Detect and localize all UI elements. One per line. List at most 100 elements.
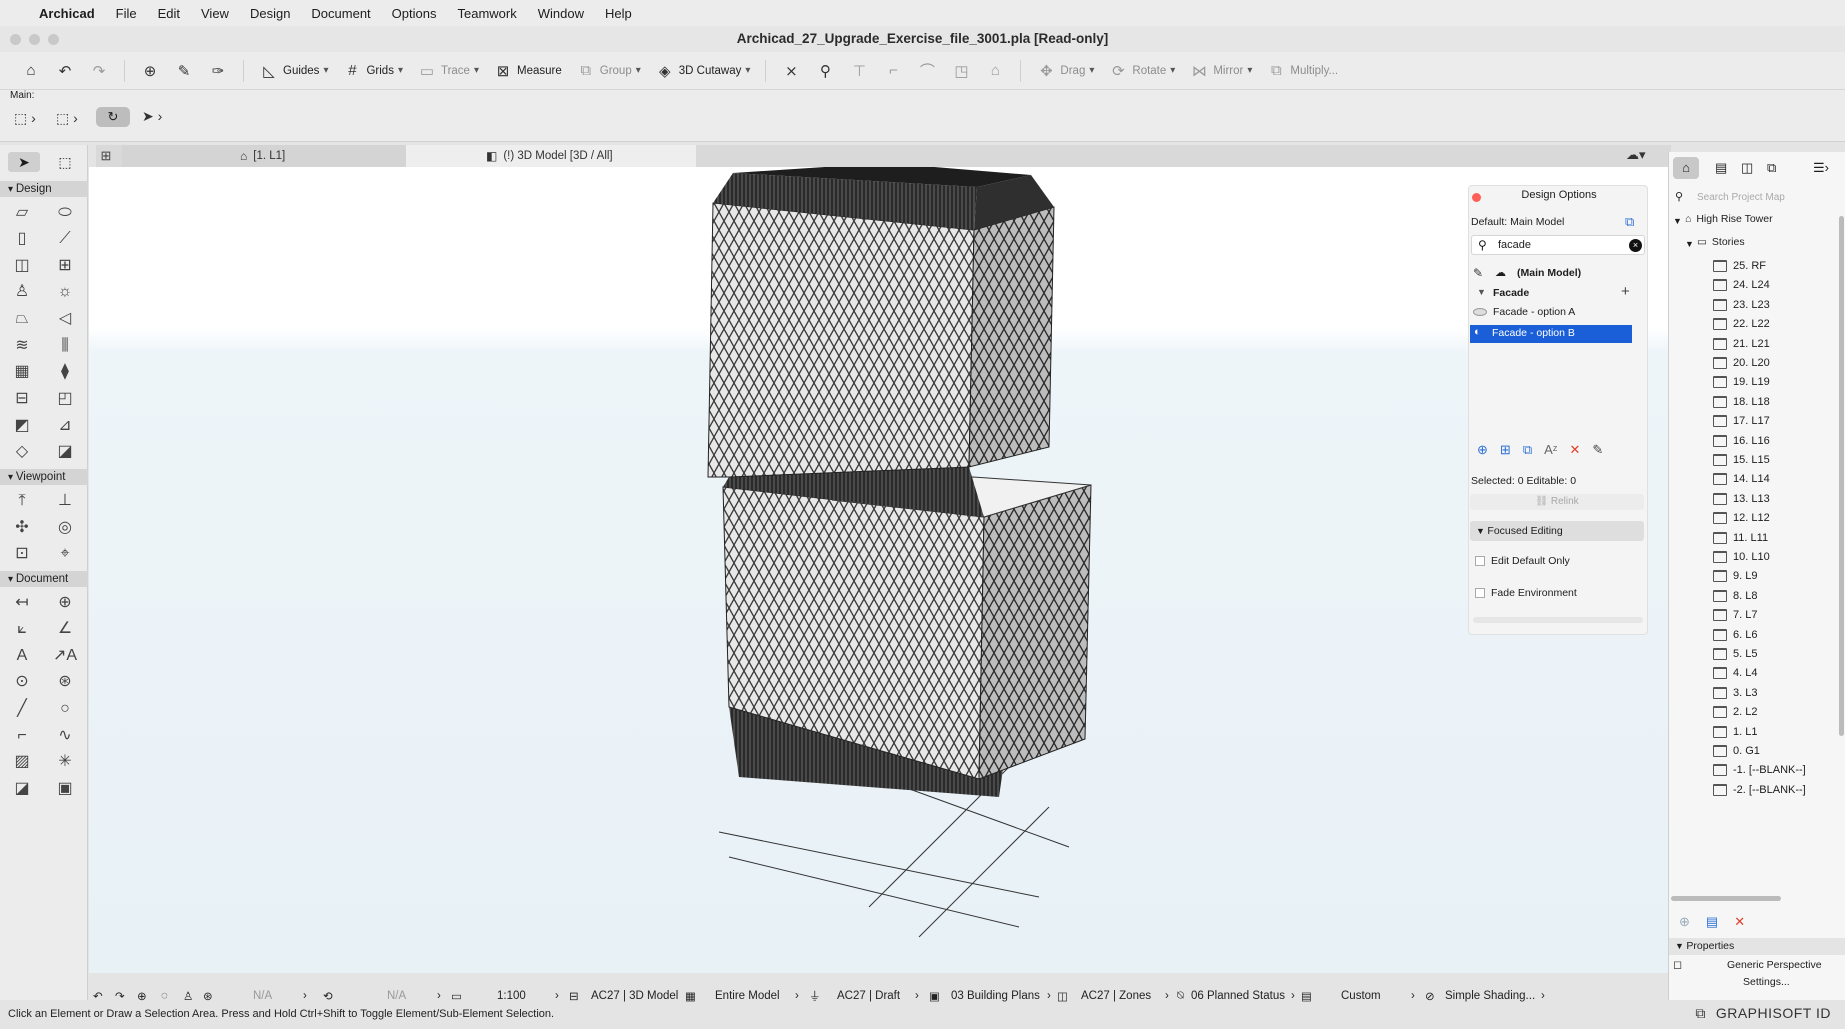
zoom-in-icon[interactable]: ⊕ [137,989,161,1003]
menu-icon[interactable]: ☰› [1813,160,1829,176]
duplicate-icon[interactable]: ⧉ [1523,442,1532,458]
intersect-button[interactable]: ⨯ [776,59,806,83]
option-facade-b-selected[interactable]: ◐ Facade - option B [1470,325,1632,343]
chevron-down-icon[interactable]: ▼ [1477,287,1486,297]
story-item[interactable]: 2. L2 [1713,702,1757,722]
structure-icon[interactable]: ▦ [685,989,715,1003]
story-item[interactable]: 25. RF [1713,256,1766,276]
edit-icon[interactable]: ✎ [1592,442,1603,458]
zoom-window-button[interactable] [48,34,59,45]
change-tool-icon[interactable]: ⊛ [52,671,78,693]
pick-up-button[interactable]: ✎ [169,59,199,83]
redo-button[interactable]: ↷ [84,59,114,83]
multiply-button[interactable]: ⧉ Multiply... [1261,59,1343,82]
chevron-right-icon[interactable]: › [303,990,323,1002]
clear-search-icon[interactable]: × [1629,239,1642,252]
main-model-row[interactable]: (Main Model) [1517,267,1581,279]
stair-tool-icon[interactable]: ≋ [9,335,35,357]
fillet-button[interactable]: ⌒ [912,57,942,84]
marquee-shape-icon[interactable]: ⬚ › [56,110,78,127]
drag-button[interactable]: ✥ Drag ▾ [1031,59,1099,83]
door-tool-icon[interactable]: ◫ [9,255,35,277]
story-item[interactable]: 7. L7 [1713,605,1757,625]
shell-tool-icon[interactable]: ◁ [52,308,78,330]
story-item[interactable]: -1. [--BLANK--] [1713,760,1806,780]
elevation-tool-icon[interactable]: ⊥ [52,490,78,512]
add-option-icon[interactable]: + [1621,283,1630,300]
story-item[interactable]: 0. G1 [1713,741,1760,761]
tab-floor-plan[interactable]: ⌂ [1. L1] [122,145,406,167]
chevron-right-icon[interactable]: › [1411,990,1425,1002]
story-item[interactable]: 6. L6 [1713,625,1757,645]
story-item[interactable]: 16. L16 [1713,431,1770,451]
option-search-field[interactable]: ⚲ facade × [1471,235,1645,255]
chevron-right-icon[interactable]: › [1047,990,1057,1002]
chevron-right-icon[interactable]: › [1541,990,1551,1002]
shading-icon[interactable]: ⊘ [1425,989,1445,1003]
lamp-tool-icon[interactable]: ☼ [52,281,78,303]
story-item[interactable]: 11. L11 [1713,528,1768,548]
slab-tool-icon[interactable]: ⬭ [52,202,78,224]
story-item[interactable]: 20. L20 [1713,353,1770,373]
story-item[interactable]: 23. L23 [1713,295,1770,315]
railing-tool-icon[interactable]: ⫼ [52,335,78,357]
level-dimension-tool-icon[interactable]: ⊕ [52,592,78,614]
project-map-tab[interactable]: ⌂ [1673,157,1699,179]
story-item[interactable]: 3. L3 [1713,683,1757,703]
layout-book-tab[interactable]: ◫ [1741,160,1753,176]
delete-icon[interactable]: ✕ [1569,442,1580,458]
publisher-tab[interactable]: ⧉ [1767,160,1776,176]
explore-icon[interactable]: ♙ [183,989,203,1003]
tab-overview-icon[interactable]: ⊞ [96,145,116,167]
focused-editing-header[interactable]: ▼ Focused Editing [1470,521,1644,541]
zoom-fit-icon[interactable]: ⊛ [203,989,253,1003]
eye-icon[interactable]: ◐ [1474,326,1481,338]
story-item[interactable]: 13. L13 [1713,489,1770,509]
marquee-rotate-button[interactable]: ↻ [96,107,130,127]
line-tool-icon[interactable]: ╱ [9,698,35,720]
selection-method-icon[interactable]: ⬚ › [14,110,36,127]
camera-tool-icon[interactable]: ⌖ [52,543,78,565]
wall-tool-icon[interactable]: ▱ [9,202,35,224]
project-map-search[interactable]: ⚲ Search Project Map [1673,189,1841,207]
story-item[interactable]: 5. L5 [1713,644,1757,664]
story-item[interactable]: 9. L9 [1713,566,1757,586]
story-item[interactable]: 24. L24 [1713,275,1770,295]
design-section-header[interactable]: Design [0,181,88,197]
delete-icon[interactable]: ✕ [1734,914,1745,930]
measure-button[interactable]: ⊠ Measure [488,59,567,83]
dimension-style-icon[interactable]: ▤ [1301,989,1341,1003]
object-tool-icon[interactable]: ♙ [9,281,35,303]
renovation-icon[interactable]: ⍉ [1177,990,1191,1003]
detail-tool-icon[interactable]: ⊡ [9,543,35,565]
pen-set-value[interactable]: AC27 | Draft [837,990,915,1002]
radial-dimension-tool-icon[interactable]: ⟀ [9,618,35,640]
chevron-right-icon[interactable]: › [1291,990,1301,1002]
chevron-right-icon[interactable]: › [437,990,451,1002]
story-item[interactable]: 12. L12 [1713,508,1770,528]
fill-tool-icon[interactable]: ▨ [9,751,35,773]
dimension-tool-icon[interactable]: ↤ [9,592,35,614]
home-button[interactable]: ⌂ [16,59,46,82]
viewpoint-section-header[interactable]: Viewpoint [0,469,88,485]
arrow-tool[interactable]: ➤ [8,152,40,172]
spot-dimension-tool-icon[interactable]: ⊙ [9,671,35,693]
shading-value[interactable]: Simple Shading... [1445,990,1541,1002]
roof-tool-icon[interactable]: ⏢ [9,308,35,330]
circle-tool-icon[interactable]: ○ [52,698,78,720]
edit-default-only-checkbox[interactable] [1475,556,1485,566]
3d-model-building[interactable] [89,163,1671,973]
adjust-button[interactable]: ⌐ [878,59,908,82]
zones-icon[interactable]: ◫ [1057,989,1081,1003]
offset-button[interactable]: ◳ [946,59,976,83]
menu-edit[interactable]: Edit [158,6,180,21]
undo-view-icon[interactable]: ↶ [93,989,115,1003]
curtain-wall-tool-icon[interactable]: ▦ [9,361,35,383]
guides-button[interactable]: ◺ Guides ▾ [254,59,333,83]
layer-combo-value[interactable]: 03 Building Plans [951,990,1047,1002]
close-window-button[interactable] [10,34,21,45]
label-tool-icon[interactable]: ↗A [52,645,78,667]
corner-window-tool-icon[interactable]: ◇ [9,441,35,463]
story-item[interactable]: 10. L10 [1713,547,1770,567]
mirror-button[interactable]: ⋈ Mirror ▾ [1184,59,1257,83]
